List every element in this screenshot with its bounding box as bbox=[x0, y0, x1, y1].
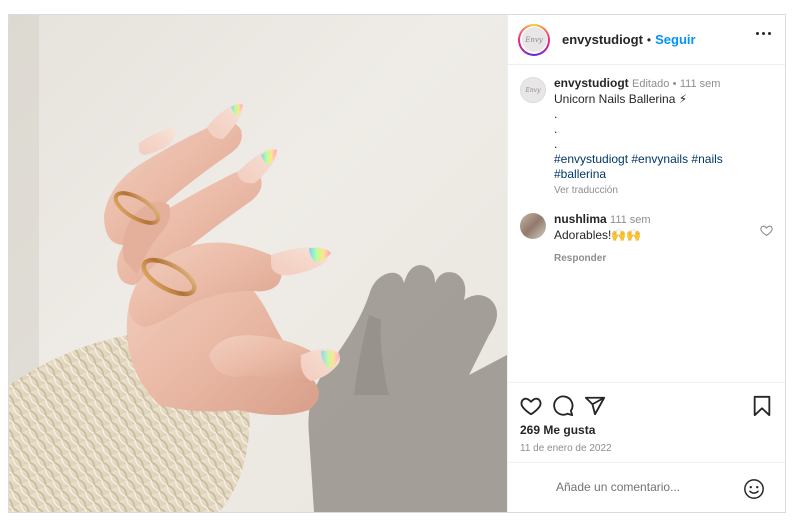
avatar-logo: Envy bbox=[521, 27, 547, 52]
commenter-username[interactable]: nushlima bbox=[554, 212, 607, 226]
bookmark-icon[interactable] bbox=[752, 395, 772, 417]
comment-like-icon[interactable] bbox=[760, 224, 773, 237]
caption-username[interactable]: envystudiogt bbox=[554, 76, 629, 90]
instagram-post: Envy envystudiogt • Seguir Envy envystud… bbox=[8, 14, 786, 513]
header-separator: • bbox=[646, 32, 652, 47]
caption-comment: Envy envystudiogt Editado • 111 sem Unic… bbox=[520, 76, 773, 198]
see-translation-link[interactable]: Ver traducción bbox=[554, 183, 773, 198]
post-side-panel: Envy envystudiogt • Seguir Envy envystud… bbox=[507, 15, 785, 512]
post-header: Envy envystudiogt • Seguir bbox=[508, 15, 785, 65]
caption-dot: . bbox=[554, 107, 558, 121]
likes-count[interactable]: 269 Me gusta bbox=[520, 423, 595, 437]
share-icon[interactable] bbox=[584, 395, 606, 417]
caption-dot: . bbox=[554, 137, 558, 151]
comment-icon[interactable] bbox=[552, 395, 574, 417]
caption-separator: • bbox=[672, 78, 677, 90]
header-username[interactable]: envystudiogt bbox=[562, 32, 643, 47]
commenter-avatar[interactable] bbox=[520, 213, 546, 239]
more-options-icon[interactable] bbox=[756, 32, 771, 35]
caption-avatar[interactable]: Envy bbox=[520, 77, 546, 103]
caption-body: envystudiogt Editado • 111 sem Unicorn N… bbox=[554, 76, 773, 198]
emoji-icon[interactable] bbox=[743, 478, 765, 500]
more-dot bbox=[762, 32, 765, 35]
caption-dot: . bbox=[554, 122, 558, 136]
comment-time[interactable]: 111 sem bbox=[610, 214, 651, 226]
post-photo[interactable] bbox=[9, 15, 507, 512]
caption-hashtags[interactable]: #envystudiogt #envynails #nails #balleri… bbox=[554, 152, 773, 182]
action-bar bbox=[520, 395, 774, 419]
heart-icon[interactable] bbox=[520, 395, 542, 417]
comment-input[interactable] bbox=[556, 477, 736, 497]
more-dot bbox=[756, 32, 759, 35]
comment-text: Adorables!🙌🙌 bbox=[554, 228, 642, 242]
comments-section: Envy envystudiogt Editado • 111 sem Unic… bbox=[508, 66, 785, 382]
avatar-border: Envy bbox=[520, 25, 548, 54]
caption-edited: Editado bbox=[632, 78, 670, 90]
nails-photo-image bbox=[9, 15, 507, 512]
caption-text: Unicorn Nails Ballerina ⚡ bbox=[554, 92, 688, 106]
more-dot bbox=[768, 32, 771, 35]
follow-button[interactable]: Seguir bbox=[655, 32, 695, 47]
user-comment: nushlima 111 sem Adorables!🙌🙌 Responder bbox=[520, 212, 773, 266]
post-date[interactable]: 11 de enero de 2022 bbox=[520, 443, 612, 454]
reply-button[interactable]: Responder bbox=[554, 251, 773, 266]
comment-body: nushlima 111 sem Adorables!🙌🙌 Responder bbox=[554, 212, 773, 266]
comment-composer bbox=[508, 462, 785, 512]
avatar[interactable]: Envy bbox=[518, 23, 550, 56]
caption-time[interactable]: 111 sem bbox=[680, 78, 721, 90]
